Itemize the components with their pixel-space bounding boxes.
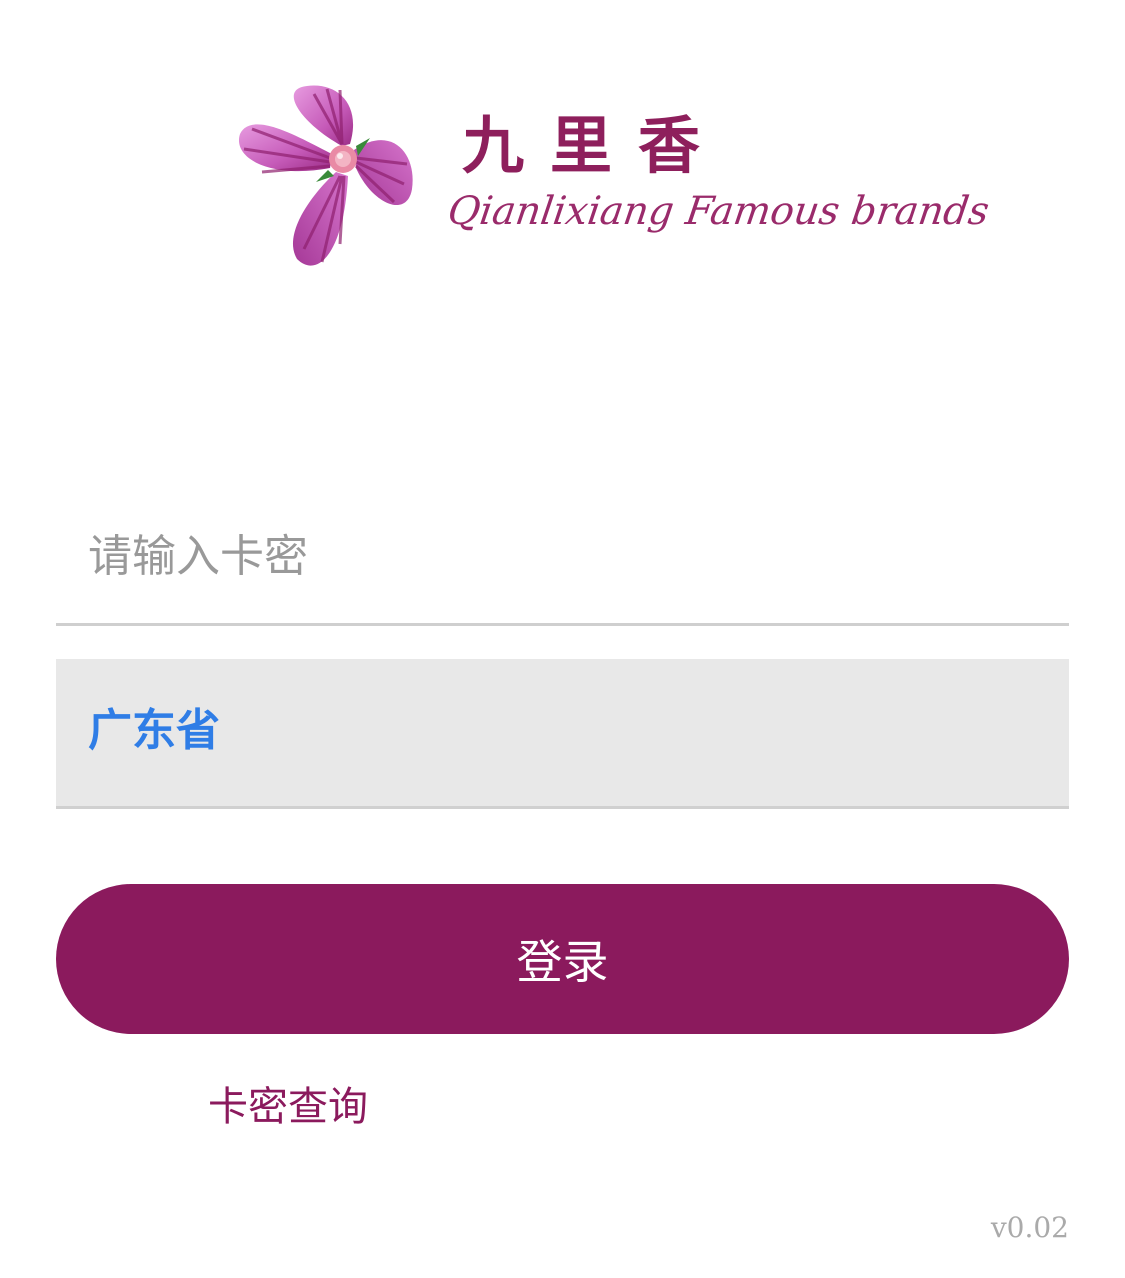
card-key-input[interactable] (56, 490, 1069, 626)
brand-logo: 九里香 Qianlixiang Famous brands (232, 84, 992, 274)
login-button[interactable]: 登录 (56, 884, 1069, 1034)
brand-name-en: Qianlixiang Famous brands (444, 189, 992, 234)
card-query-link[interactable]: 卡密查询 (208, 1080, 368, 1134)
province-select[interactable]: 广东省 (56, 659, 1069, 809)
version-label: v0.02 (990, 1211, 1069, 1244)
brand-name-cn: 九里香 (462, 109, 727, 182)
province-select-value: 广东省 (88, 705, 220, 756)
flower-icon (238, 85, 413, 266)
